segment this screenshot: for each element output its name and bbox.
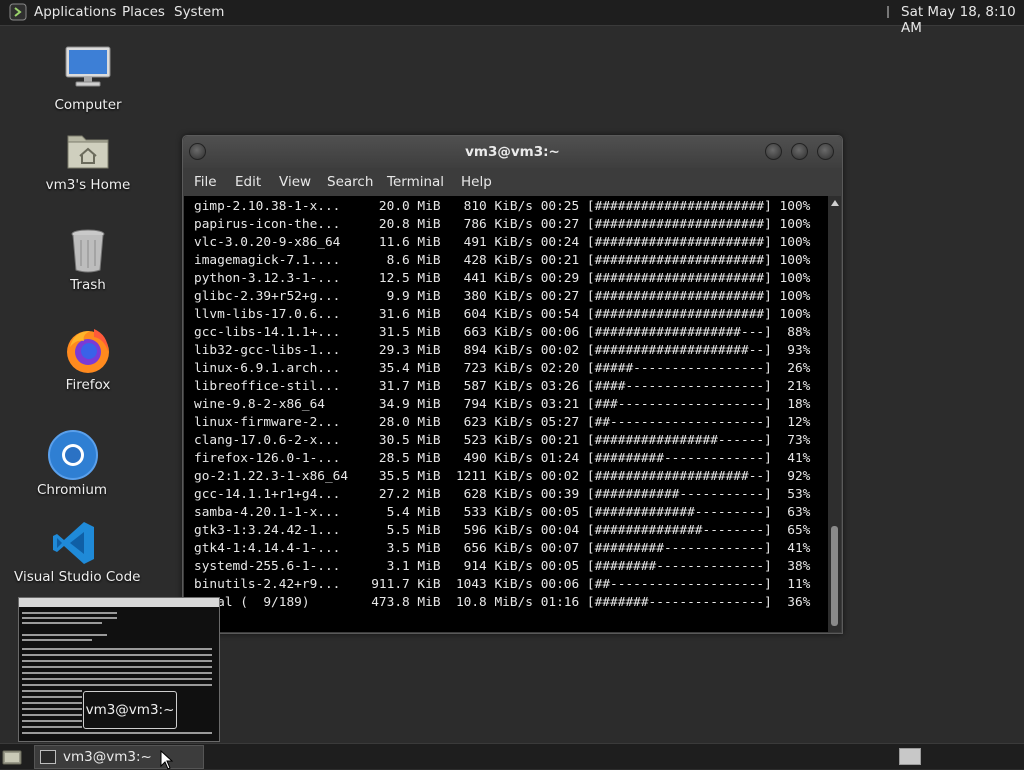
maximize-button[interactable] <box>791 143 808 160</box>
menu-file[interactable]: File <box>194 174 217 190</box>
menu-view[interactable]: View <box>279 174 311 190</box>
terminal-line: vlc-3.0.20-9-x86_64 11.6 MiB 491 KiB/s 0… <box>194 235 811 250</box>
terminal-line: papirus-icon-the... 20.8 MiB 786 KiB/s 0… <box>194 217 811 232</box>
desktop-icon-label: Firefox <box>65 377 111 393</box>
terminal-line: wine-9.8-2-x86_64 34.9 MiB 794 KiB/s 03:… <box>194 397 811 412</box>
preview-text-line <box>22 648 212 650</box>
preview-text-line <box>22 696 82 698</box>
applications-menu[interactable]: Applications <box>34 4 116 20</box>
preview-text-line <box>22 654 212 656</box>
mouse-pointer-icon <box>160 750 174 770</box>
terminal-line: gcc-libs-14.1.1+... 31.5 MiB 663 KiB/s 0… <box>194 325 811 340</box>
terminal-titlebar[interactable]: vm3@vm3:~ <box>183 136 842 168</box>
bottom-panel: vm3@vm3:~ <box>0 743 1024 769</box>
trash-icon <box>71 229 105 273</box>
terminal-line: gcc-14.1.1+r1+g4... 27.2 MiB 628 KiB/s 0… <box>194 487 811 502</box>
terminal-line: glibc-2.39+r52+g... 9.9 MiB 380 KiB/s 00… <box>194 289 811 304</box>
desktop-icon-label: Computer <box>54 97 122 113</box>
preview-text-line <box>22 720 82 722</box>
preview-text-line <box>22 702 82 704</box>
show-desktop-icon[interactable] <box>2 748 22 765</box>
preview-text-line <box>22 714 82 716</box>
preview-menubar <box>19 598 219 607</box>
menu-terminal[interactable]: Terminal <box>387 174 444 190</box>
taskbar-item-label: vm3@vm3:~ <box>63 749 152 765</box>
mate-logo-icon[interactable] <box>9 3 27 21</box>
menu-search[interactable]: Search <box>327 174 373 190</box>
clock[interactable]: Sat May 18, 8:10 AM <box>901 4 1024 36</box>
preview-text-line <box>22 660 212 662</box>
close-button[interactable] <box>817 143 834 160</box>
scrollbar-thumb[interactable] <box>831 526 838 626</box>
desktop-icon-vscode[interactable]: Visual Studio Code <box>14 520 141 590</box>
preview-text-line <box>22 622 102 624</box>
preview-text-line <box>22 732 212 734</box>
terminal-line: samba-4.20.1-1-x... 5.4 MiB 533 KiB/s 00… <box>194 505 811 520</box>
terminal-window[interactable]: vm3@vm3:~ File Edit View Search Terminal… <box>182 135 843 634</box>
terminal-line: Total ( 9/189) 473.8 MiB 10.8 MiB/s 01:1… <box>194 595 811 610</box>
terminal-output[interactable]: gimp-2.10.38-1-x... 20.0 MiB 810 KiB/s 0… <box>184 196 829 632</box>
terminal-scrollbar[interactable] <box>828 196 841 632</box>
desktop-icon-label: Visual Studio Code <box>14 569 141 585</box>
home-folder-icon <box>67 135 109 169</box>
preview-text-line <box>22 639 92 641</box>
places-menu[interactable]: Places <box>122 4 165 20</box>
firefox-icon <box>67 329 109 373</box>
taskbar-item-terminal[interactable]: vm3@vm3:~ <box>34 745 204 769</box>
preview-text-line <box>22 634 107 636</box>
menu-edit[interactable]: Edit <box>235 174 261 190</box>
computer-icon <box>65 46 111 87</box>
preview-text-line <box>22 672 212 674</box>
window-title: vm3@vm3:~ <box>465 144 560 160</box>
terminal-line: python-3.12.3-1-... 12.5 MiB 441 KiB/s 0… <box>194 271 811 286</box>
preview-tooltip: vm3@vm3:~ <box>83 691 177 729</box>
top-panel: Applications Places System Sat May 18, 8… <box>0 0 1024 36</box>
terminal-line: libreoffice-stil... 31.7 MiB 587 KiB/s 0… <box>194 379 811 394</box>
preview-text-line <box>22 690 82 692</box>
terminal-line: llvm-libs-17.0.6... 31.6 MiB 604 KiB/s 0… <box>194 307 811 322</box>
terminal-line: imagemagick-7.1.... 8.6 MiB 428 KiB/s 00… <box>194 253 811 268</box>
chromium-icon <box>48 430 98 480</box>
desktop-icon-label: Chromium <box>36 482 108 498</box>
desktop-icon-label: vm3's Home <box>45 177 131 193</box>
desktop-icon-home[interactable]: vm3's Home <box>28 128 148 198</box>
desktop-icon-firefox[interactable]: Firefox <box>28 325 148 395</box>
desktop-icon-chromium[interactable]: Chromium <box>12 430 132 500</box>
panel-handle-icon <box>887 6 889 18</box>
terminal-line: go-2:1.22.3-1-x86_64 35.5 MiB 1211 KiB/s… <box>194 469 811 484</box>
menu-help[interactable]: Help <box>461 174 492 190</box>
workspace-switcher[interactable] <box>899 748 921 765</box>
preview-text-line <box>22 708 82 710</box>
preview-text-line <box>22 684 212 686</box>
terminal-menubar: File Edit View Search Terminal Help <box>183 168 842 196</box>
terminal-line: gtk4-1:4.14.4-1-... 3.5 MiB 656 KiB/s 00… <box>194 541 811 556</box>
terminal-line: lib32-gcc-libs-1... 29.3 MiB 894 KiB/s 0… <box>194 343 811 358</box>
scroll-up-arrow-icon[interactable] <box>831 200 839 206</box>
minimize-button[interactable] <box>765 143 782 160</box>
terminal-line: systemd-255.6-1-... 3.1 MiB 914 KiB/s 00… <box>194 559 811 574</box>
terminal-line: firefox-126.0-1-... 28.5 MiB 490 KiB/s 0… <box>194 451 811 466</box>
preview-text-line <box>22 666 212 668</box>
terminal-line: binutils-2.42+r9... 911.7 KiB 1043 KiB/s… <box>194 577 811 592</box>
terminal-line: clang-17.0.6-2-x... 30.5 MiB 523 KiB/s 0… <box>194 433 811 448</box>
terminal-line: linux-firmware-2... 28.0 MiB 623 KiB/s 0… <box>194 415 811 430</box>
vscode-icon <box>53 522 94 564</box>
desktop-icon-trash[interactable]: Trash <box>28 228 148 298</box>
terminal-line: linux-6.9.1.arch... 35.4 MiB 723 KiB/s 0… <box>194 361 811 376</box>
preview-text-line <box>22 612 117 614</box>
terminal-line: gimp-2.10.38-1-x... 20.0 MiB 810 KiB/s 0… <box>194 199 811 214</box>
desktop-icon-computer[interactable]: Computer <box>28 45 148 115</box>
system-menu[interactable]: System <box>174 4 224 20</box>
terminal-icon <box>40 750 56 764</box>
preview-text-line <box>22 617 117 619</box>
desktop-icon-label: Trash <box>70 277 106 293</box>
preview-text-line <box>22 726 82 728</box>
terminal-line: gtk3-1:3.24.42-1... 5.5 MiB 596 KiB/s 00… <box>194 523 811 538</box>
preview-text-line <box>22 678 212 680</box>
